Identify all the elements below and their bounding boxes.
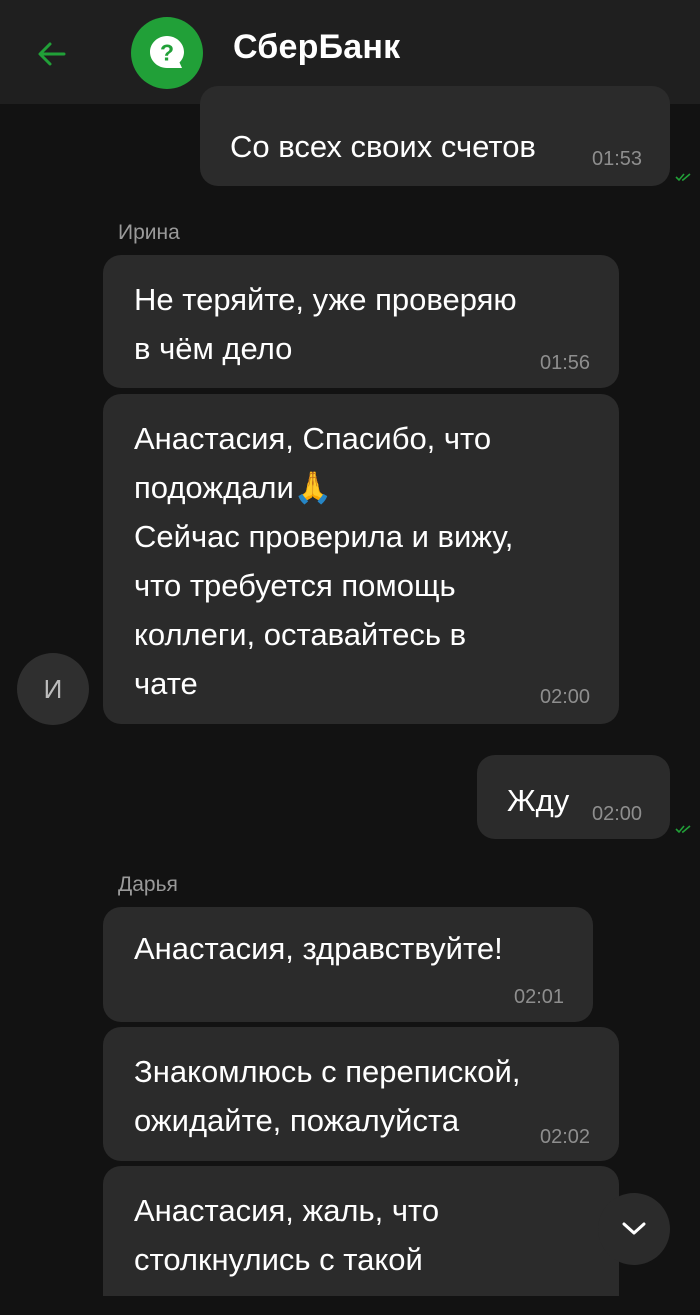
outgoing-message[interactable]: Жду 02:00 (477, 755, 670, 839)
back-button[interactable] (28, 30, 76, 78)
message-text: Со всех своих счетов (230, 129, 536, 164)
message-text: Анастасия, Спасибо, что подождали🙏 Сейча… (134, 421, 514, 701)
chevron-down-icon (622, 1222, 646, 1235)
outgoing-message[interactable]: Со всех своих счетов 01:53 (200, 86, 670, 186)
message-time: 02:00 (592, 803, 643, 825)
message-time: 02:02 (540, 1126, 591, 1148)
composer-area (0, 1296, 700, 1315)
message-text: Жду (507, 783, 570, 818)
incoming-message[interactable]: Анастасия, здравствуйте! 02:01 (103, 907, 593, 1022)
avatar[interactable]: И (17, 653, 89, 725)
sender-name: Дарья (118, 873, 178, 896)
sender-name: Ирина (118, 221, 180, 244)
incoming-message[interactable]: Анастасия, жаль, что столкнулись с такой (103, 1166, 619, 1315)
read-checkmarks-icon (675, 825, 691, 834)
svg-text:?: ? (160, 40, 174, 66)
read-checkmarks-icon (675, 173, 691, 182)
message-text: Анастасия, жаль, что столкнулись с такой (134, 1193, 440, 1277)
message-text: Не теряйте, уже проверяю в чём дело (134, 282, 517, 366)
message-text: Анастасия, здравствуйте! (134, 931, 503, 966)
incoming-message[interactable]: Знакомлюсь с перепиской, ожидайте, пожал… (103, 1027, 619, 1161)
message-time: 02:01 (514, 986, 565, 1008)
message-time: 02:00 (540, 686, 591, 708)
sberbank-logo: ? (131, 17, 203, 89)
message-time: 01:56 (540, 352, 591, 374)
chat-title: СберБанк (233, 28, 401, 66)
question-chat-icon: ? (150, 36, 184, 68)
arrow-left-icon (38, 42, 66, 66)
incoming-message[interactable]: Анастасия, Спасибо, что подождали🙏 Сейча… (103, 394, 619, 724)
scroll-down-button[interactable] (598, 1193, 670, 1265)
message-time: 01:53 (592, 148, 643, 170)
incoming-message[interactable]: Не теряйте, уже проверяю в чём дело 01:5… (103, 255, 619, 388)
message-text: Знакомлюсь с перепиской, ожидайте, пожал… (134, 1054, 521, 1138)
